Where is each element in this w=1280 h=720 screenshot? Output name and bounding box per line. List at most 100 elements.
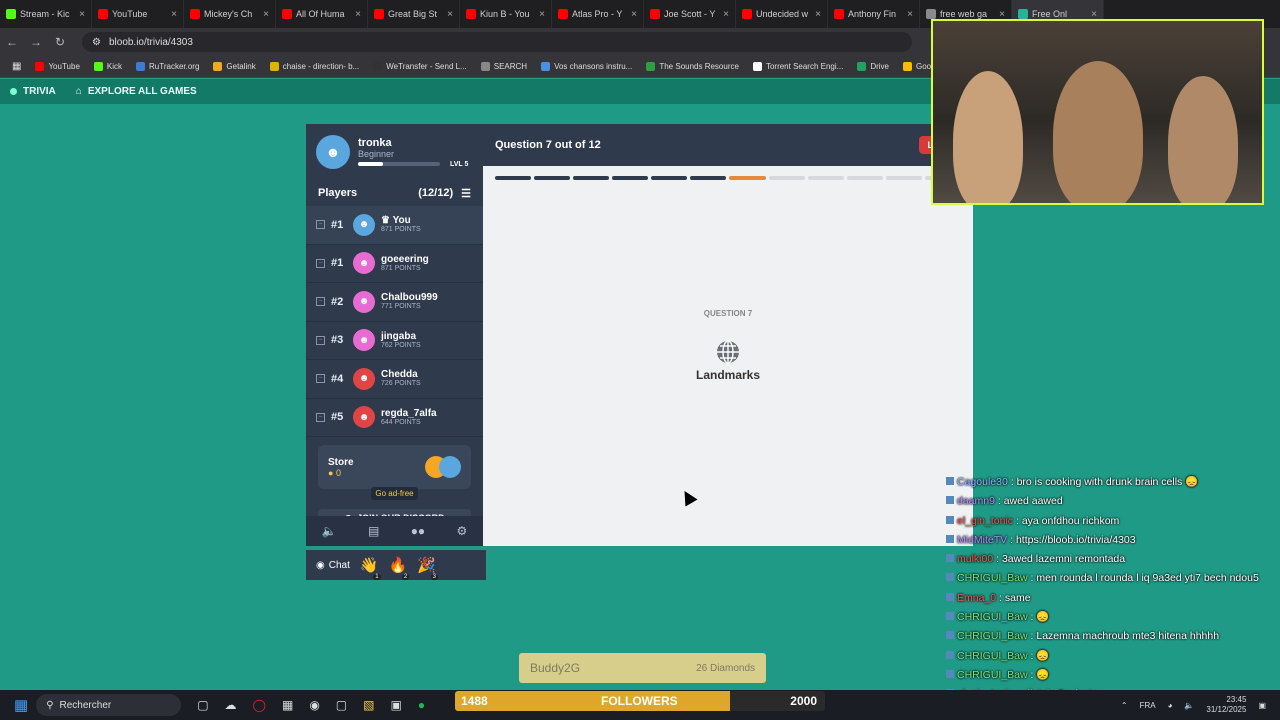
nav-trivia[interactable]: TRIVIA: [10, 86, 56, 97]
rules-icon[interactable]: ▤: [368, 524, 379, 538]
browser-tab[interactable]: Atlas Pro - Y ×: [552, 0, 644, 28]
profile-title: Beginner: [358, 148, 395, 159]
player-row[interactable]: – #4 ☻ Chedda 726 POINTS: [306, 360, 483, 399]
tab-title: Stream - Kic: [20, 9, 70, 19]
bookmark-item[interactable]: WeTransfer - Send L...: [373, 62, 467, 71]
image-app-icon[interactable]: ▢: [336, 698, 347, 712]
player-row[interactable]: – #5 ☻ regda_7alfa 644 POINTS: [306, 399, 483, 437]
notifications-icon[interactable]: ▣: [1258, 701, 1266, 710]
browser-tab[interactable]: All Of Huma ×: [276, 0, 368, 28]
bookmark-item[interactable]: The Sounds Resource: [646, 62, 739, 71]
browser-tab[interactable]: Stream - Kic ×: [0, 0, 92, 28]
volume-tray-icon[interactable]: 🔈: [1184, 701, 1194, 710]
mute-checkbox[interactable]: –: [316, 412, 325, 422]
reaction-count: 3: [430, 574, 438, 580]
player-row[interactable]: – #2 ☻ Chalbou999 771 POINTS: [306, 283, 483, 322]
close-tab-icon[interactable]: ×: [907, 9, 913, 20]
close-tab-icon[interactable]: ×: [999, 9, 1005, 20]
bookmark-item[interactable]: Torrent Search Engi...: [752, 62, 843, 71]
bookmark-item[interactable]: YouTube: [35, 62, 80, 71]
task-view-icon[interactable]: ▢: [197, 698, 208, 712]
site-info-icon[interactable]: ⚙: [92, 37, 101, 48]
close-tab-icon[interactable]: ×: [815, 9, 821, 20]
clock[interactable]: 23:45 31/12/2025: [1206, 695, 1246, 715]
close-tab-icon[interactable]: ×: [539, 9, 545, 20]
badge-icon: [946, 515, 954, 524]
bookmark-item[interactable]: RuTracker.org: [136, 62, 199, 71]
chat-username: MidMiteTV: [957, 533, 1008, 546]
profile-card[interactable]: ☻ tronka Beginner LVL 5: [306, 124, 483, 180]
close-tab-icon[interactable]: ×: [723, 9, 729, 20]
player-row[interactable]: – #1 ☻ goeeering 871 POINTS: [306, 245, 483, 283]
bookmark-item[interactable]: Kick: [93, 62, 122, 71]
forward-icon[interactable]: →: [24, 35, 48, 49]
opera-icon[interactable]: ◯: [253, 698, 266, 712]
bookmark-item[interactable]: chaise - direction- b...: [269, 62, 359, 71]
filter-icon[interactable]: ☰: [461, 187, 471, 200]
player-rank: #4: [331, 372, 344, 385]
folder-icon[interactable]: ▧: [363, 698, 374, 712]
player-row[interactable]: – #1 ☻ ♛ You 871 POINTS: [306, 206, 483, 245]
tray-chevron-icon[interactable]: ⌃: [1121, 701, 1128, 710]
close-tab-icon[interactable]: ×: [171, 9, 177, 20]
url-field[interactable]: ⚙ bloob.io/trivia/4303: [82, 32, 912, 52]
close-tab-icon[interactable]: ×: [79, 9, 85, 20]
progress-segment: [846, 176, 883, 180]
reaction-emoji: 👋: [359, 557, 379, 574]
bookmark-item[interactable]: Getalink: [213, 62, 256, 71]
reaction-button[interactable]: 👋 1: [359, 556, 381, 580]
browser-tab[interactable]: Joe Scott - Y ×: [644, 0, 736, 28]
wifi-icon[interactable]: ◕: [1168, 701, 1173, 710]
player-row[interactable]: – #3 ☻ jingaba 762 POINTS: [306, 322, 483, 360]
close-tab-icon[interactable]: ×: [631, 9, 637, 20]
close-tab-icon[interactable]: ×: [1091, 9, 1097, 20]
live-app-icon[interactable]: ▣: [390, 698, 401, 712]
discord-app-icon[interactable]: ◉: [309, 698, 319, 712]
nav-explore[interactable]: ⌂ EXPLORE ALL GAMES: [76, 86, 197, 97]
tab-title: Undecided w: [756, 9, 809, 19]
close-tab-icon[interactable]: ×: [355, 9, 361, 20]
language-indicator[interactable]: FRA: [1140, 701, 1156, 710]
volume-icon[interactable]: 🔈: [322, 524, 337, 538]
bookmark-favicon-icon: [269, 62, 279, 71]
bookmark-item[interactable]: SEARCH: [480, 62, 527, 71]
windows-start-icon[interactable]: ▦: [14, 696, 28, 714]
mute-checkbox[interactable]: –: [316, 258, 325, 268]
reload-icon[interactable]: ↻: [48, 35, 72, 49]
taskbar-search[interactable]: ⚲ Rechercher: [36, 694, 182, 716]
mute-checkbox[interactable]: –: [316, 374, 325, 384]
close-tab-icon[interactable]: ×: [263, 9, 269, 20]
settings-icon[interactable]: ⚙: [457, 524, 468, 538]
browser-tab[interactable]: Great Big St ×: [368, 0, 460, 28]
browser-tab[interactable]: Kiun B - You ×: [460, 0, 552, 28]
browser-tab[interactable]: Anthony Fin ×: [828, 0, 920, 28]
spotify-icon[interactable]: ●: [418, 698, 425, 712]
bookmark-item[interactable]: Vos chansons instru...: [541, 62, 632, 71]
bookmark-item[interactable]: Drive: [857, 62, 889, 71]
chat-username: Emna_0: [957, 591, 997, 604]
browser-tab[interactable]: Undecided w ×: [736, 0, 828, 28]
players-icon[interactable]: ●●: [411, 524, 426, 538]
chat-text: https://bloob.io/trivia/4303: [1015, 533, 1136, 546]
reaction-button[interactable]: 🔥 2: [389, 556, 410, 580]
browser-tab[interactable]: YouTube ×: [92, 0, 184, 28]
go-adfree-button[interactable]: Go ad-free: [371, 487, 418, 500]
back-icon[interactable]: ←: [0, 35, 24, 49]
weather-icon[interactable]: ☁: [225, 698, 237, 712]
apps-grid-icon[interactable]: ▦: [12, 61, 21, 72]
browser-tab[interactable]: Mickey's Ch ×: [184, 0, 276, 28]
mute-checkbox[interactable]: –: [316, 335, 325, 345]
chat-message: CHRIGUI_Baw : 😞: [946, 608, 1276, 627]
mute-checkbox[interactable]: –: [316, 297, 325, 307]
followers-label: FOLLOWERS: [601, 694, 678, 708]
coin-icon: ●: [328, 467, 334, 478]
chat-button[interactable]: ◉ Chat: [316, 560, 350, 571]
player-avatar: ☻: [353, 252, 375, 275]
nav-explore-label: EXPLORE ALL GAMES: [87, 86, 197, 97]
close-tab-icon[interactable]: ×: [447, 9, 453, 20]
app-icon[interactable]: ▦: [282, 698, 293, 712]
bookmark-label: RuTracker.org: [149, 62, 200, 71]
mute-checkbox[interactable]: –: [316, 220, 325, 230]
chat-message: Emna_0 : same: [946, 589, 1276, 608]
reaction-button[interactable]: 🎉 3: [417, 556, 438, 580]
